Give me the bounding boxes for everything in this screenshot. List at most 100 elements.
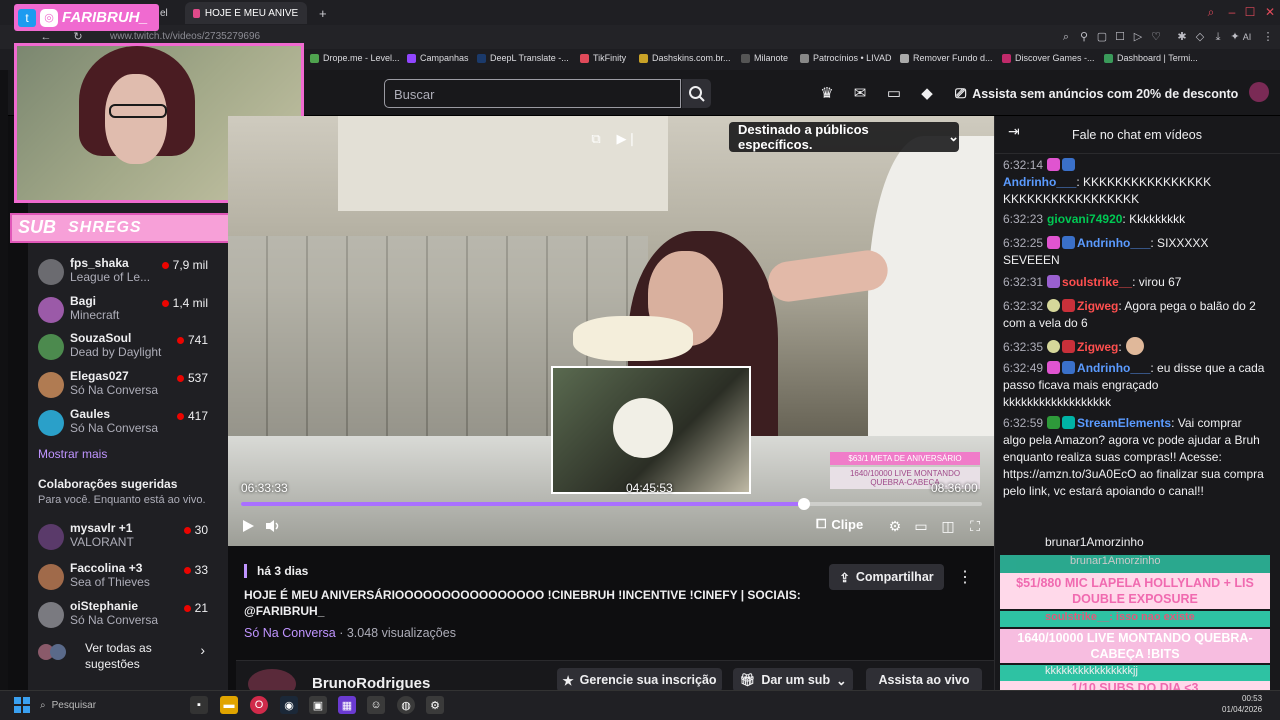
content-classification-badge[interactable]: Destinado a públicos específicos. ⌄ xyxy=(729,122,959,152)
obs-icon[interactable]: ◍ xyxy=(397,696,415,714)
overlay-line: kkkkkkkkkkkkkkkkjj xyxy=(1000,665,1270,681)
pip-button[interactable]: ◫ xyxy=(938,516,958,536)
volume-button[interactable] xyxy=(263,516,283,536)
chat-username[interactable]: Andrinho___ xyxy=(1077,361,1150,375)
whispers-icon[interactable]: ▭ xyxy=(885,84,903,102)
chat-username[interactable]: Andrinho___ xyxy=(1003,175,1076,189)
settings-button[interactable]: ⚙ xyxy=(885,516,905,536)
emote-icon xyxy=(1125,337,1144,355)
start-icon[interactable] xyxy=(14,697,30,713)
bookmark-item[interactable]: Remover Fundo d... xyxy=(900,53,993,63)
bits-icon[interactable]: ◆ xyxy=(918,84,936,102)
watch-live-button[interactable]: Assista ao vivo xyxy=(866,668,982,692)
category-link[interactable]: Só Na Conversa xyxy=(244,626,336,640)
channel-game: League of Le... xyxy=(70,270,151,284)
search-button[interactable] xyxy=(682,79,711,108)
sidebar-collab[interactable]: mysavlr +1 VALORANT 30 xyxy=(38,520,213,556)
task-view-icon[interactable]: ▪ xyxy=(190,696,208,714)
subscriber-name: SHREGS xyxy=(68,219,142,236)
bookmark-item[interactable]: Patrocínios • LIVAD xyxy=(800,53,892,63)
browser-tab-active[interactable]: HOJE É MEU ANIVERSÁRI xyxy=(185,2,307,24)
sidebar-channel[interactable]: Gaules Só Na Conversa 417 xyxy=(38,406,213,442)
maximize-icon[interactable]: ☐ xyxy=(1243,5,1257,19)
bookmark-item[interactable]: TikFinity xyxy=(580,53,626,63)
search-icon: ⌕ xyxy=(40,699,46,711)
window-search-icon[interactable]: ⌕ xyxy=(1204,5,1218,19)
video-meta: Só Na Conversa · 3.048 visualizações xyxy=(244,626,456,640)
back-icon[interactable]: ← xyxy=(40,31,52,43)
sidebar-channel[interactable]: Elegas027 Só Na Conversa 537 xyxy=(38,368,213,404)
user-avatar[interactable] xyxy=(1249,82,1269,102)
live-dot-icon xyxy=(176,374,184,382)
bookmark-item[interactable]: Dashskins.com.br... xyxy=(639,53,731,63)
reload-icon[interactable]: ↻ xyxy=(72,31,84,43)
sidebar-channel[interactable]: SouzaSoul Dead by Daylight 741 xyxy=(38,330,213,366)
chat-username[interactable]: Zigweg xyxy=(1077,340,1118,354)
wallet-icon[interactable]: ◇ xyxy=(1194,31,1206,43)
skip-icon[interactable]: ▶❘ xyxy=(616,128,638,150)
play-icon[interactable]: ▷ xyxy=(1132,31,1144,43)
sidebar-collab[interactable]: Faccolina +3 Sea of Thieves 33 xyxy=(38,560,213,596)
more-options-icon[interactable]: ⋮ xyxy=(955,564,975,590)
share-button[interactable]: ⇪ Compartilhar xyxy=(829,564,944,590)
crown-icon[interactable]: ♛ xyxy=(818,84,836,102)
theatre-mode-button[interactable]: ▭ xyxy=(911,516,931,536)
bookmark-item[interactable]: Milanote xyxy=(741,53,788,63)
avatar xyxy=(38,334,64,360)
taskbar-search[interactable]: ⌕ Pesquisar xyxy=(40,696,180,714)
gift-sub-button[interactable]: 🎁︎ Dar um sub ⌄ xyxy=(733,668,853,692)
new-tab-button[interactable]: + xyxy=(311,2,335,24)
steam-icon[interactable]: ◉ xyxy=(280,696,298,714)
see-all-suggestions-button[interactable]: Ver todas as sugestões › xyxy=(38,640,213,674)
chat-username[interactable]: giovani74920 xyxy=(1047,212,1122,226)
chat-message: 6:32:23 giovani74920: Kkkkkkkkk xyxy=(1003,211,1265,228)
bookmark-icon[interactable]: ☐ xyxy=(1114,31,1126,43)
chat-username[interactable]: StreamElements xyxy=(1077,416,1171,430)
cat-app-icon[interactable]: ☺ xyxy=(367,696,385,714)
chat-message: 6:32:14 Andrinho___: KKKKKKKKKKKKKKKK KK… xyxy=(1003,157,1265,208)
left-rail xyxy=(0,70,8,690)
bookmark-item[interactable]: Campanhas xyxy=(407,53,469,63)
heart-icon[interactable]: ♡ xyxy=(1150,31,1162,43)
manage-sub-label: Gerencie sua inscrição xyxy=(579,673,717,687)
app-icon[interactable]: ▦ xyxy=(338,696,356,714)
manage-subscription-button[interactable]: ★ Gerencie sua inscrição xyxy=(557,668,722,692)
show-more-link[interactable]: Mostrar mais xyxy=(38,447,107,461)
chat-username[interactable]: soulstrike__ xyxy=(1062,275,1132,289)
sidebar-channel[interactable]: fps_shaka League of Le... 7,9 mil xyxy=(38,255,213,291)
chat-username[interactable]: Andrinho___ xyxy=(1077,236,1150,250)
bookmark-favicon-icon xyxy=(1104,53,1113,63)
ai-button[interactable]: AI xyxy=(1240,31,1254,43)
search-input[interactable]: Buscar xyxy=(384,79,681,108)
bookmark-label: Milanote xyxy=(754,53,789,63)
zoom-icon[interactable]: ⌕ xyxy=(1060,31,1072,43)
collapse-chat-icon[interactable]: ⇥ xyxy=(1008,123,1026,141)
popout-icon[interactable]: ⧉ xyxy=(585,128,607,150)
minimize-icon[interactable]: – xyxy=(1225,5,1239,19)
bookmark-item[interactable]: DeepL Translate -... xyxy=(477,53,569,63)
opera-icon[interactable]: O xyxy=(250,696,268,714)
pin-icon[interactable]: ⚲ xyxy=(1078,31,1090,43)
sidebar-channel[interactable]: Bagi Minecraft 1,4 mil xyxy=(38,293,213,329)
extensions-icon[interactable]: ✱ xyxy=(1176,31,1188,43)
play-button[interactable] xyxy=(238,516,258,536)
seek-bar[interactable] xyxy=(241,498,982,510)
app-icon[interactable]: ▣ xyxy=(309,696,327,714)
url-field[interactable]: www.twitch.tv/videos/2735279696 xyxy=(110,31,260,42)
download-icon[interactable]: ⤓ xyxy=(1212,31,1224,43)
bookmark-item[interactable]: Discover Games -... xyxy=(1002,53,1095,63)
screenshot-icon[interactable]: ▢ xyxy=(1096,31,1108,43)
clip-button[interactable]: ⧠ Clipe xyxy=(816,516,863,532)
bookmark-item[interactable]: Drope.me - Level... xyxy=(310,53,400,63)
ad-free-promo-button[interactable]: ⎚ Assista sem anúncios com 20% de descon… xyxy=(955,85,1238,102)
fullscreen-button[interactable]: ⛶ xyxy=(965,516,985,536)
bookmark-item[interactable]: Dashboard | Termi... xyxy=(1104,53,1198,63)
chat-username[interactable]: Zigweg xyxy=(1077,299,1118,313)
menu-icon[interactable]: ⋮ xyxy=(1262,31,1274,43)
settings-app-icon[interactable]: ⚙ xyxy=(426,696,444,714)
inbox-icon[interactable]: ✉ xyxy=(851,84,869,102)
sidebar-collab[interactable]: oiStephanie Só Na Conversa 21 xyxy=(38,598,213,634)
close-window-icon[interactable]: ✕ xyxy=(1263,5,1277,19)
verified-badge-icon xyxy=(1047,416,1061,429)
file-explorer-icon[interactable]: ▬ xyxy=(220,696,238,714)
